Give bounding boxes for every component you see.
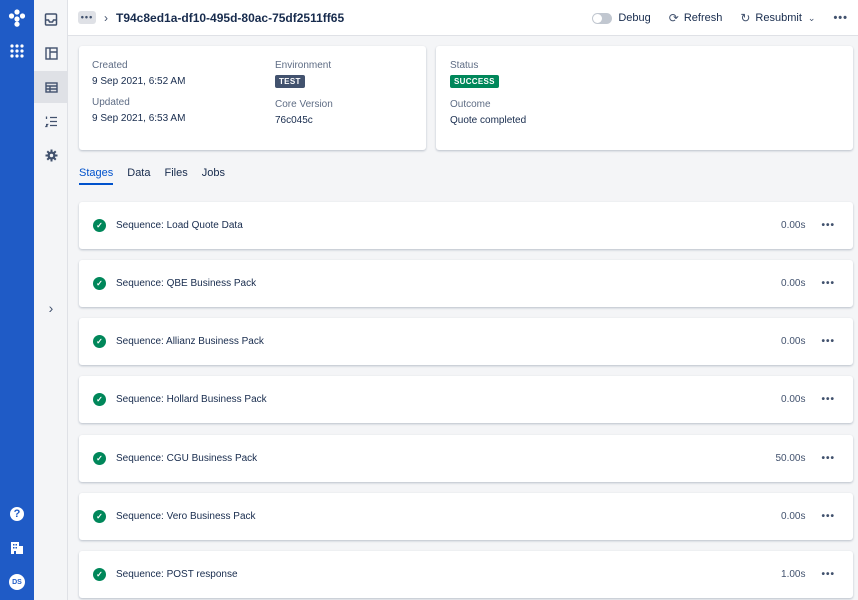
stage-row[interactable]: ✓ Sequence: Hollard Business Pack 0.00s …: [79, 376, 853, 423]
tab-jobs[interactable]: Jobs: [202, 167, 225, 185]
stage-more-button[interactable]: •••: [821, 394, 835, 405]
updated-label: Updated: [92, 97, 130, 108]
environment-label: Environment: [275, 60, 332, 71]
numbered-list-icon[interactable]: [34, 105, 68, 137]
core-version-label: Core Version: [275, 99, 333, 110]
help-icon[interactable]: ?: [0, 502, 34, 526]
stage-name: Sequence: Allianz Business Pack: [116, 336, 264, 347]
refresh-label: Refresh: [683, 12, 723, 24]
stage-more-button[interactable]: •••: [821, 511, 835, 522]
status-info-card: Status SUCCESS Outcome Quote completed: [436, 46, 853, 150]
tab-data[interactable]: Data: [127, 167, 150, 185]
debug-label: Debug: [618, 12, 651, 24]
outcome-value: Quote completed: [450, 115, 527, 126]
resubmit-label: Resubmit: [755, 12, 802, 24]
refresh-icon: ⟳: [668, 11, 679, 25]
dashboard-icon[interactable]: [34, 37, 68, 69]
stage-more-button[interactable]: •••: [821, 453, 835, 464]
stage-row[interactable]: ✓ Sequence: Load Quote Data 0.00s •••: [79, 202, 853, 249]
stage-name: Sequence: POST response: [116, 569, 238, 580]
transaction-info-card: Created 9 Sep 2021, 6:52 AM Updated 9 Se…: [79, 46, 426, 150]
updated-value: 9 Sep 2021, 6:53 AM: [92, 113, 186, 124]
stage-row[interactable]: ✓ Sequence: Allianz Business Pack 0.00s …: [79, 318, 853, 365]
stage-duration: 0.00s: [781, 511, 806, 522]
settings-gear-icon[interactable]: [34, 139, 68, 171]
page-title: T94c8ed1a-df10-495d-80ac-75df2511ff65: [116, 10, 345, 25]
stage-more-button[interactable]: •••: [821, 569, 835, 580]
check-circle-icon: ✓: [93, 568, 106, 581]
table-view-icon[interactable]: [34, 71, 68, 103]
secondary-nav: ›: [34, 0, 68, 600]
app-grid-icon[interactable]: [0, 39, 34, 63]
stage-name: Sequence: QBE Business Pack: [116, 278, 257, 289]
global-nav-rail: ? DS: [0, 0, 34, 600]
stage-name: Sequence: CGU Business Pack: [116, 453, 258, 464]
resubmit-icon: ↻: [740, 11, 751, 25]
expand-sidebar-chevron-icon[interactable]: ›: [34, 296, 68, 320]
created-label: Created: [92, 60, 128, 71]
stage-name: Sequence: Load Quote Data: [116, 220, 243, 231]
stage-duration: 1.00s: [781, 569, 806, 580]
logo-icon[interactable]: [0, 6, 34, 30]
stage-duration: 50.00s: [775, 453, 806, 464]
stage-duration: 0.00s: [781, 336, 806, 347]
check-circle-icon: ✓: [93, 393, 106, 406]
created-value: 9 Sep 2021, 6:52 AM: [92, 76, 186, 87]
status-badge: SUCCESS: [450, 75, 499, 88]
refresh-button[interactable]: ⟳ Refresh: [669, 11, 723, 25]
core-version-value: 76c045c: [275, 115, 313, 126]
status-label: Status: [450, 60, 479, 71]
detail-tabs: Stages Data Files Jobs: [79, 167, 239, 185]
building-icon[interactable]: [0, 536, 34, 560]
stage-row[interactable]: ✓ Sequence: Vero Business Pack 0.00s •••: [79, 493, 853, 540]
user-avatar[interactable]: DS: [0, 570, 34, 594]
check-circle-icon: ✓: [93, 510, 106, 523]
stage-duration: 0.00s: [781, 278, 806, 289]
stage-more-button[interactable]: •••: [821, 220, 835, 231]
environment-badge: TEST: [275, 75, 305, 88]
check-circle-icon: ✓: [93, 335, 106, 348]
stage-name: Sequence: Vero Business Pack: [116, 511, 256, 522]
breadcrumb-more-button[interactable]: •••: [78, 11, 96, 24]
resubmit-button[interactable]: ↻ Resubmit ⌄: [740, 11, 815, 25]
outcome-label: Outcome: [450, 99, 491, 110]
stage-row[interactable]: ✓ Sequence: QBE Business Pack 0.00s •••: [79, 260, 853, 307]
stage-row[interactable]: ✓ Sequence: POST response 1.00s •••: [79, 551, 853, 598]
debug-toggle[interactable]: [592, 12, 613, 24]
page-header: ••• › T94c8ed1a-df10-495d-80ac-75df2511f…: [68, 0, 858, 36]
header-more-button[interactable]: •••: [833, 12, 848, 24]
stage-duration: 0.00s: [781, 220, 806, 231]
stage-more-button[interactable]: •••: [821, 278, 835, 289]
stage-name: Sequence: Hollard Business Pack: [116, 394, 267, 405]
tab-stages[interactable]: Stages: [79, 167, 114, 185]
stage-row[interactable]: ✓ Sequence: CGU Business Pack 50.00s •••: [79, 435, 853, 482]
check-circle-icon: ✓: [93, 452, 106, 465]
check-circle-icon: ✓: [93, 219, 106, 232]
chevron-down-icon: ⌄: [807, 12, 816, 23]
tab-files[interactable]: Files: [165, 167, 188, 185]
breadcrumb-chevron-icon: ›: [104, 10, 108, 25]
check-circle-icon: ✓: [93, 277, 106, 290]
stage-more-button[interactable]: •••: [821, 336, 835, 347]
inbox-icon[interactable]: [34, 3, 68, 35]
stage-duration: 0.00s: [781, 394, 806, 405]
